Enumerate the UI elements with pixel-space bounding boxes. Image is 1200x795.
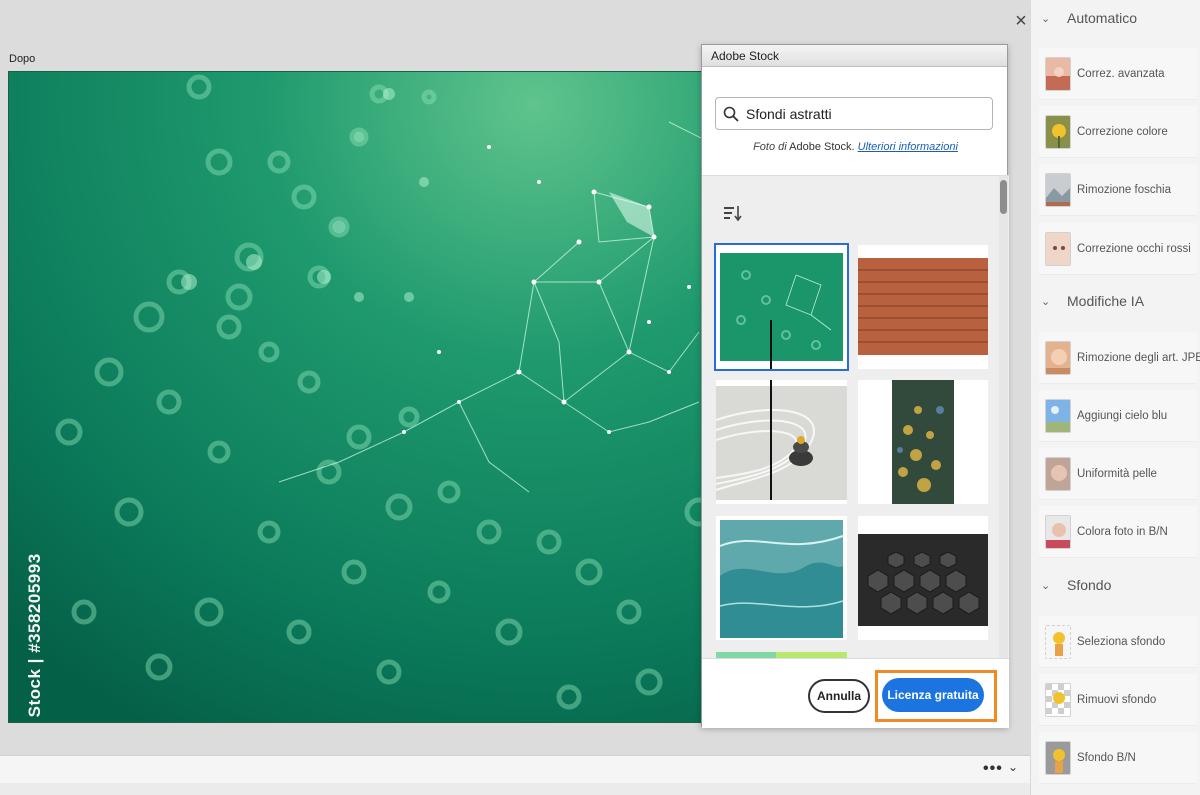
section-automatico[interactable]: ⌄ Automatico xyxy=(1041,6,1137,30)
result-thumbnail-christmas-lights[interactable] xyxy=(858,380,988,504)
tool-label: Correzione colore xyxy=(1077,125,1168,138)
tool-sfondo-bn[interactable]: Sfondo B/N xyxy=(1039,732,1197,784)
tool-correzione-colore[interactable]: Correzione colore xyxy=(1039,106,1197,158)
result-thumbnail-zen-stones[interactable] xyxy=(716,380,847,504)
quick-actions-panel: ⌄ Automatico Correz. avanzata Correzione… xyxy=(1030,0,1200,795)
face-thumbnail-icon xyxy=(1045,231,1071,266)
dialog-title: Adobe Stock xyxy=(702,45,1007,67)
main-image[interactable]: Adobe Stock | #358205993 xyxy=(8,71,708,723)
sort-icon[interactable] xyxy=(723,204,743,227)
tool-uniformita-pelle[interactable]: Uniformità pelle xyxy=(1039,448,1197,500)
adobe-stock-dialog: Adobe Stock Foto di Adobe Stock. Ulterio… xyxy=(701,44,1009,728)
scrollbar-thumb[interactable] xyxy=(1000,180,1007,214)
face-thumbnail-icon xyxy=(1045,456,1071,491)
results-grid xyxy=(702,176,1009,658)
result-thumbnail-water-wave[interactable] xyxy=(716,516,847,640)
tool-label: Aggiungi cielo blu xyxy=(1077,409,1168,422)
dialog-footer: Annulla Licenza gratuita xyxy=(702,658,1009,728)
tool-label: Colora foto in B/N xyxy=(1077,525,1168,538)
chevron-down-icon: ⌄ xyxy=(1041,12,1051,25)
credit-prefix: Foto di xyxy=(753,141,787,153)
result-thumbnail-brick-wall[interactable] xyxy=(858,245,988,369)
result-thumbnail-dark-hexagons[interactable] xyxy=(858,516,988,640)
portrait-thumbnail-icon xyxy=(1045,340,1071,375)
section-sfondo[interactable]: ⌄ Sfondo xyxy=(1041,573,1111,597)
sky-thumbnail-icon xyxy=(1045,398,1071,433)
tool-label: Uniformità pelle xyxy=(1077,467,1157,480)
tool-correz-avanzata[interactable]: Correz. avanzata xyxy=(1039,48,1197,100)
tool-label: Seleziona sfondo xyxy=(1077,635,1166,648)
tool-correzione-occhi-rossi[interactable]: Correzione occhi rossi xyxy=(1039,223,1197,275)
after-view-label: Dopo xyxy=(9,53,36,65)
abstract-network-image xyxy=(9,72,707,722)
close-icon[interactable]: × xyxy=(1010,10,1032,32)
bottom-strip xyxy=(0,783,1030,795)
tool-label: Sfondo B/N xyxy=(1077,751,1136,764)
section-title: Automatico xyxy=(1067,10,1138,26)
bw-background-thumbnail-icon xyxy=(1045,740,1071,775)
free-license-button[interactable]: Licenza gratuita xyxy=(882,678,984,712)
chevron-down-icon[interactable]: ⌄ xyxy=(1008,760,1018,774)
transparent-background-thumbnail-icon xyxy=(1045,682,1071,717)
stock-watermark: Adobe Stock | #358205993 xyxy=(25,553,44,723)
child-portrait-thumbnail-icon xyxy=(1045,514,1071,549)
cancel-button[interactable]: Annulla xyxy=(808,679,870,713)
tool-rimuovi-sfondo[interactable]: Rimuovi sfondo xyxy=(1039,674,1197,726)
section-modifiche-ia[interactable]: ⌄ Modifiche IA xyxy=(1041,289,1144,313)
tool-rimozione-foschia[interactable]: Rimozione foschia xyxy=(1039,164,1197,216)
tool-rimozione-art-jpeg[interactable]: Rimozione degli art. JPEG xyxy=(1039,332,1200,384)
tool-aggiungi-cielo-blu[interactable]: Aggiungi cielo blu xyxy=(1039,390,1197,442)
credit-line: Foto di Adobe Stock. Ulteriori informazi… xyxy=(702,141,1009,153)
search-box[interactable] xyxy=(715,97,993,130)
credit-brand: Adobe Stock. xyxy=(789,141,855,153)
tool-label: Rimozione degli art. JPEG xyxy=(1077,351,1200,364)
results-scrollbar[interactable] xyxy=(999,176,1008,658)
tool-seleziona-sfondo[interactable]: Seleziona sfondo xyxy=(1039,616,1197,668)
chevron-down-icon: ⌄ xyxy=(1041,295,1051,308)
search-input[interactable] xyxy=(746,105,986,122)
result-thumbnail-green-network[interactable] xyxy=(714,243,849,371)
tool-label: Correzione occhi rossi xyxy=(1077,242,1191,255)
more-info-link[interactable]: Ulteriori informazioni xyxy=(858,141,958,153)
landscape-thumbnail-icon xyxy=(1045,56,1071,91)
section-title: Sfondo xyxy=(1067,577,1112,593)
more-options-icon[interactable]: ••• xyxy=(983,760,1003,778)
tool-colora-foto-bn[interactable]: Colora foto in B/N xyxy=(1039,506,1197,558)
tool-label: Correz. avanzata xyxy=(1077,67,1165,80)
tool-label: Rimozione foschia xyxy=(1077,183,1171,196)
search-icon xyxy=(716,106,746,122)
tool-label: Rimuovi sfondo xyxy=(1077,693,1157,706)
flower-thumbnail-icon xyxy=(1045,114,1071,149)
select-subject-thumbnail-icon xyxy=(1045,624,1071,659)
hazy-landscape-thumbnail-icon xyxy=(1045,172,1071,207)
section-title: Modifiche IA xyxy=(1067,293,1145,309)
bottom-toolbar: ••• ⌄ xyxy=(0,755,1030,783)
chevron-down-icon: ⌄ xyxy=(1041,579,1051,592)
